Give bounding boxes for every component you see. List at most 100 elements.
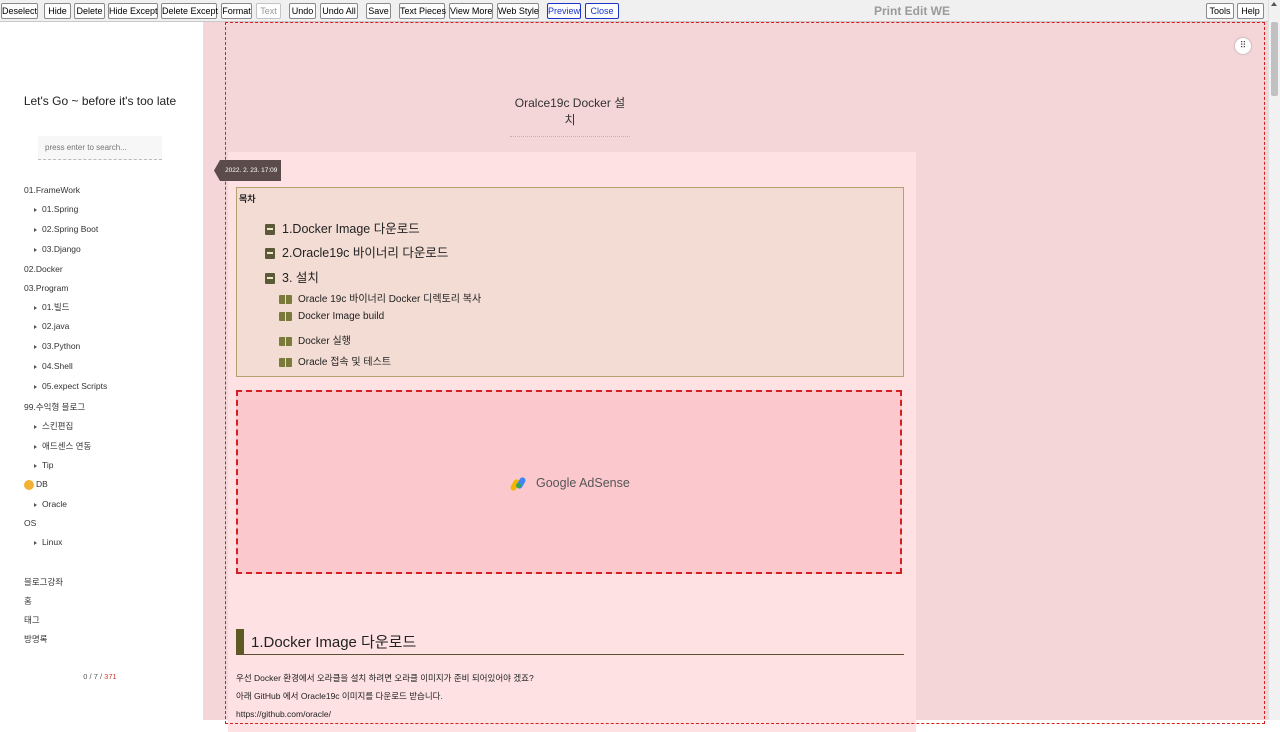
link-home[interactable]: 홈	[24, 595, 32, 607]
bullet-icon	[34, 344, 37, 349]
bullet-icon	[34, 502, 37, 507]
delete-except-button[interactable]: Delete Except	[161, 3, 218, 19]
open-book-icon	[279, 357, 292, 367]
github-link[interactable]: https://github.com/oracle/	[236, 709, 331, 719]
text-pieces-button[interactable]: Text Pieces	[399, 3, 446, 19]
post-date-badge: 2022. 2. 23. 17:09	[214, 160, 282, 181]
category-revenue-blog[interactable]: 99.수익형 블로그	[24, 401, 85, 413]
category-program[interactable]: 03.Program	[24, 283, 68, 293]
category-label: DB	[36, 479, 48, 489]
toc-item[interactable]: 3. 설치	[265, 267, 319, 286]
book-icon	[265, 273, 275, 285]
toc-item[interactable]: 1.Docker Image 다운로드	[265, 218, 420, 237]
toc-subitem[interactable]: Oracle 접속 및 테스트	[279, 353, 391, 368]
paragraph: 우선 Docker 환경에서 오라클을 설치 하려면 오라클 이미지가 준비 되…	[236, 673, 534, 683]
category-adsense[interactable]: 애드센스 연동	[34, 440, 91, 452]
category-label: Oracle	[42, 499, 68, 509]
blog-title[interactable]: Let's Go ~ before it's too late	[0, 94, 200, 108]
bullet-icon	[34, 384, 37, 389]
undo-all-button[interactable]: Undo All	[320, 3, 358, 19]
preview-button[interactable]: Preview	[547, 3, 581, 19]
cat-face-icon	[24, 479, 34, 490]
category-python[interactable]: 03.Python	[34, 341, 80, 351]
bullet-icon	[34, 207, 37, 212]
category-skin-edit[interactable]: 스킨편집	[34, 420, 73, 432]
toc-title: 목차	[239, 194, 256, 204]
format-button[interactable]: Format	[221, 3, 252, 19]
toc-item-label: 1.Docker Image 다운로드	[282, 222, 420, 236]
bullet-icon	[34, 227, 37, 232]
bullet-icon	[34, 247, 37, 252]
toc-item-label: Docker 실행	[298, 336, 351, 347]
toc-item-label: Oracle 접속 및 테스트	[298, 357, 391, 368]
toc-subitem[interactable]: Oracle 19c 바이너리 Docker 디렉토리 복사	[279, 290, 481, 305]
category-label: Linux	[42, 537, 63, 547]
category-label: 02.Spring Boot	[42, 224, 99, 234]
tools-button[interactable]: Tools	[1206, 3, 1234, 19]
search-input[interactable]	[38, 136, 162, 160]
category-label: 05.expect Scripts	[42, 381, 108, 391]
main-content: ⠿ Oralce19c Docker 설치 2022. 2. 23. 17:09…	[204, 22, 1268, 732]
hide-except-button[interactable]: Hide Except	[108, 3, 158, 19]
text-button[interactable]: Text	[256, 3, 281, 19]
web-style-button[interactable]: Web Style	[497, 3, 539, 19]
category-java[interactable]: 02.java	[34, 321, 69, 331]
category-shell[interactable]: 04.Shell	[34, 361, 73, 371]
undo-button[interactable]: Undo	[289, 3, 316, 19]
help-button[interactable]: Help	[1237, 3, 1264, 19]
bullet-icon	[34, 463, 37, 468]
category-spring-boot[interactable]: 02.Spring Boot	[34, 224, 98, 234]
counter-total: 371	[104, 672, 117, 681]
category-framework[interactable]: 01.FrameWork	[24, 185, 80, 195]
bullet-icon	[34, 324, 37, 329]
view-more-button[interactable]: View More	[449, 3, 493, 19]
scroll-thumb[interactable]	[1271, 22, 1278, 96]
category-expect-scripts[interactable]: 05.expect Scripts	[34, 381, 107, 391]
category-label: 01.빌드	[42, 302, 70, 312]
bullet-icon	[34, 424, 37, 429]
category-oracle[interactable]: Oracle	[34, 499, 67, 509]
category-docker[interactable]: 02.Docker	[24, 264, 63, 274]
paragraph: 아래 GitHub 에서 Oracle19c 이미지를 다운로드 받습니다.	[236, 691, 443, 701]
adsense-label: Google AdSense	[509, 476, 630, 492]
toc-item-label: 2.Oracle19c 바이너리 다운로드	[282, 246, 449, 260]
delete-button[interactable]: Delete	[74, 3, 105, 19]
link-guestbook[interactable]: 방명록	[24, 633, 47, 645]
close-button[interactable]: Close	[585, 3, 619, 19]
category-label: 03.Django	[42, 244, 81, 254]
open-book-icon	[279, 311, 292, 321]
scroll-up-arrow-icon[interactable]	[1271, 2, 1277, 6]
toc-subitem[interactable]: Docker 실행	[279, 332, 351, 347]
toc-item[interactable]: 2.Oracle19c 바이너리 다운로드	[265, 242, 448, 261]
toolbar-title: Print Edit WE	[874, 4, 950, 18]
category-django[interactable]: 03.Django	[34, 244, 81, 254]
hide-button[interactable]: Hide	[44, 3, 71, 19]
category-tip[interactable]: Tip	[34, 460, 54, 470]
deselect-button[interactable]: Deselect	[1, 3, 38, 19]
category-label: 03.Python	[42, 341, 81, 351]
bullet-icon	[34, 305, 37, 310]
bullet-icon	[34, 364, 37, 369]
page-scrollbar[interactable]	[1268, 0, 1280, 720]
category-os[interactable]: OS	[24, 518, 36, 528]
category-label: Tip	[42, 460, 54, 470]
link-blog-lectures[interactable]: 블로그강좌	[24, 576, 63, 588]
section-heading-text: 1.Docker Image 다운로드	[251, 634, 417, 651]
category-spring[interactable]: 01.Spring	[34, 204, 78, 214]
toc-item-label: Docker Image build	[298, 311, 385, 322]
heading-bar	[236, 629, 244, 654]
category-linux[interactable]: Linux	[34, 537, 62, 547]
book-icon	[265, 224, 275, 236]
adsense-placeholder[interactable]: Google AdSense	[236, 390, 902, 574]
toc-subitem[interactable]: Docker Image build	[279, 311, 384, 322]
category-db[interactable]: DB	[24, 479, 48, 490]
adsense-text: Google AdSense	[536, 476, 630, 490]
save-button[interactable]: Save	[366, 3, 391, 19]
category-build[interactable]: 01.빌드	[34, 301, 69, 313]
section-heading: 1.Docker Image 다운로드	[236, 629, 904, 655]
toc-item-label: 3. 설치	[282, 271, 319, 285]
menu-icon[interactable]: ⠿	[1235, 38, 1251, 54]
open-book-icon	[279, 294, 292, 304]
link-tags[interactable]: 태그	[24, 614, 40, 626]
category-label: 애드센스 연동	[42, 441, 92, 451]
